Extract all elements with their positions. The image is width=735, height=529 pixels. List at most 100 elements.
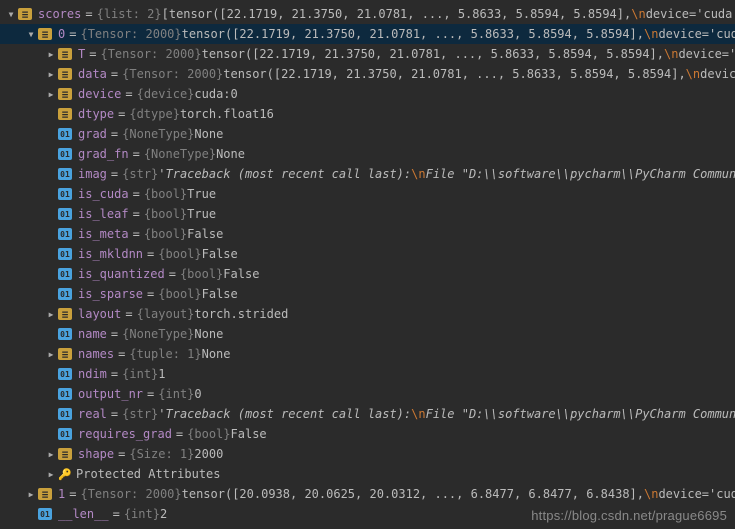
var-name: shape [78,447,114,461]
equals-sign: = [125,87,132,101]
var-name: is_quantized [78,267,165,281]
var-type: {dtype} [129,107,180,121]
escape-sequence: \n [644,27,658,41]
var-type: {bool} [144,187,187,201]
var-type: {Size: 1} [129,447,194,461]
tree-row-is_meta[interactable]: 01is_meta = {bool} False [0,224,735,244]
tree-row-1[interactable]: ≡1 = {Tensor: 2000} tensor([20.0938, 20.… [0,484,735,504]
chevron-right-icon[interactable] [44,450,58,459]
var-value: None [202,347,231,361]
equals-sign: = [85,7,92,21]
chevron-right-icon[interactable] [44,350,58,359]
object-badge-icon: ≡ [58,108,72,120]
var-value: 2000 [194,447,223,461]
tree-row-dtype[interactable]: ≡dtype = {dtype} torch.float16 [0,104,735,124]
var-value: None [194,327,223,341]
tree-row-is_leaf[interactable]: 01is_leaf = {bool} True [0,204,735,224]
escape-sequence: \n [411,167,425,181]
var-type: {bool} [158,247,201,261]
var-value-tail: device='cuda:0', dtype=torch.flo [646,7,735,21]
tree-row-name[interactable]: 01name = {NoneType} None [0,324,735,344]
object-badge-icon: ≡ [18,8,32,20]
var-name: __len__ [58,507,109,521]
tree-row-device[interactable]: ≡device = {device} cuda:0 [0,84,735,104]
var-type: {device} [137,87,195,101]
attribute-badge-icon: 01 [58,248,72,260]
equals-sign: = [118,447,125,461]
equals-sign: = [111,407,118,421]
var-name: is_mkldnn [78,247,143,261]
tree-row-is_mkldnn[interactable]: 01is_mkldnn = {bool} False [0,244,735,264]
tree-row-grad_fn[interactable]: 01grad_fn = {NoneType} None [0,144,735,164]
var-value: 1 [158,367,165,381]
chevron-down-icon[interactable] [4,10,18,19]
equals-sign: = [147,387,154,401]
chevron-right-icon[interactable] [44,70,58,79]
var-type: {Tensor: 2000} [100,47,201,61]
var-name: 0 [58,27,65,41]
tree-row-0[interactable]: ≡ 0 = {Tensor: 2000} tensor([22.1719, 21.… [0,24,735,44]
equals-sign: = [69,27,76,41]
var-type: {bool} [144,207,187,221]
tree-row-protected[interactable]: 🔑Protected Attributes [0,464,735,484]
var-type: {Tensor: 2000} [80,487,181,501]
protected-label: Protected Attributes [76,467,221,481]
var-value: 'Traceback (most recent call last): [158,167,411,181]
equals-sign: = [133,147,140,161]
attribute-badge-icon: 01 [58,168,72,180]
var-name: imag [78,167,107,181]
var-value: cuda:0 [194,87,237,101]
chevron-right-icon[interactable] [44,310,58,319]
tree-row-scores[interactable]: ≡scores = {list: 2} [tensor([22.1719, 21… [0,4,735,24]
var-value: torch.float16 [180,107,274,121]
var-name: is_meta [78,227,129,241]
var-name: layout [78,307,121,321]
tree-row-requires_grad[interactable]: 01requires_grad = {bool} False [0,424,735,444]
var-name: grad [78,127,107,141]
tree-row-is_sparse[interactable]: 01is_sparse = {bool} False [0,284,735,304]
tree-row-names[interactable]: ≡names = {tuple: 1} None [0,344,735,364]
tree-row-T[interactable]: ≡T = {Tensor: 2000} tensor([22.1719, 21.… [0,44,735,64]
var-type: {bool} [187,427,230,441]
chevron-right-icon[interactable] [44,50,58,59]
object-badge-icon: ≡ [38,28,52,40]
var-value-tail: device='cuda:0', dtype=tor [658,27,735,41]
attribute-badge-icon: 01 [58,188,72,200]
var-name: 1 [58,487,65,501]
tree-row-real[interactable]: 01real = {str} 'Traceback (most recent c… [0,404,735,424]
tree-row-is_cuda[interactable]: 01is_cuda = {bool} True [0,184,735,204]
chevron-right-icon[interactable] [44,90,58,99]
var-value: tensor([22.1719, 21.3750, 21.0781, ..., … [182,27,644,41]
var-value: 'Traceback (most recent call last): [158,407,411,421]
object-badge-icon: ≡ [58,68,72,80]
chevron-right-icon[interactable] [44,470,58,479]
var-type: {Tensor: 2000} [80,27,181,41]
var-name: names [78,347,114,361]
var-name: data [78,67,107,81]
tree-row-data[interactable]: ≡data = {Tensor: 2000} tensor([22.1719, … [0,64,735,84]
object-badge-icon: ≡ [58,48,72,60]
var-type: {layout} [137,307,195,321]
tree-row-output_nr[interactable]: 01output_nr = {int} 0 [0,384,735,404]
var-value: tensor([22.1719, 21.3750, 21.0781, ..., … [223,67,685,81]
var-type: {str} [122,167,158,181]
tree-row-is_quantized[interactable]: 01is_quantized = {bool} False [0,264,735,284]
tree-row-grad[interactable]: 01grad = {NoneType} None [0,124,735,144]
chevron-down-icon[interactable] [24,30,38,39]
tree-row-layout[interactable]: ≡layout = {layout} torch.strided [0,304,735,324]
attribute-badge-icon: 01 [58,428,72,440]
chevron-right-icon[interactable] [24,490,38,499]
attribute-badge-icon: 01 [58,268,72,280]
tree-row-shape[interactable]: ≡shape = {Size: 1} 2000 [0,444,735,464]
var-type: {int} [122,367,158,381]
var-value: True [187,207,216,221]
equals-sign: = [133,187,140,201]
var-type: {bool} [144,227,187,241]
equals-sign: = [113,507,120,521]
var-type: {bool} [180,267,223,281]
equals-sign: = [176,427,183,441]
tree-row-ndim[interactable]: 01ndim = {int} 1 [0,364,735,384]
tree-row-imag[interactable]: 01imag = {str} 'Traceback (most recent c… [0,164,735,184]
attribute-badge-icon: 01 [58,208,72,220]
var-type: {str} [122,407,158,421]
